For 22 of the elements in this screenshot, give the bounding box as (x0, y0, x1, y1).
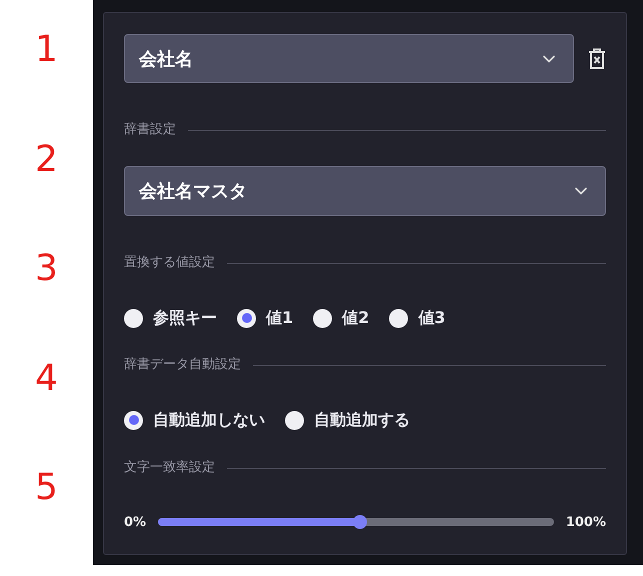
section-label: 文字一致率設定 (124, 460, 215, 476)
max-label: 100% (566, 514, 606, 530)
min-label: 0% (124, 514, 146, 530)
radio-option[interactable]: 値2 (313, 308, 370, 328)
radio-option[interactable]: 自動追加する (285, 410, 410, 430)
section-label: 置換する値設定 (124, 255, 215, 271)
step-number: 2 (35, 138, 58, 182)
step-number: 1 (35, 28, 58, 72)
field-select[interactable]: 会社名 (124, 34, 574, 83)
slider-track[interactable] (158, 518, 554, 526)
section-label: 辞書設定 (124, 122, 176, 138)
radio-option[interactable]: 値3 (389, 308, 446, 328)
radio-option[interactable]: 自動追加しない (124, 410, 265, 430)
radio-option[interactable]: 参照キー (124, 308, 217, 328)
radio-option[interactable]: 値1 (237, 308, 294, 328)
slider-thumb[interactable] (352, 515, 367, 529)
step-number: 5 (35, 466, 58, 510)
delete-icon[interactable] (588, 48, 606, 70)
dictionary-select[interactable]: 会社名マスタ (124, 166, 606, 216)
step-number: 3 (35, 247, 58, 292)
step-number: 4 (35, 356, 58, 401)
section-label: 辞書データ自動設定 (124, 357, 241, 373)
